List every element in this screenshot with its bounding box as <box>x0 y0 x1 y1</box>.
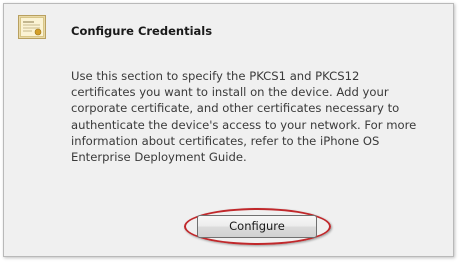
screenshot-frame: Configure Credentials Use this section t… <box>0 0 459 264</box>
description-line: certificates you want to install on the … <box>71 85 389 100</box>
certificate-icon <box>18 15 46 39</box>
section-description: Use this section to specify the PKCS1 an… <box>71 68 451 165</box>
section-title: Configure Credentials <box>71 24 213 38</box>
description-line: corporate certificate, and other certifi… <box>71 101 400 116</box>
description-line: authenticate the device's access to your… <box>71 117 417 132</box>
description-line: Enterprise Deployment Guide. <box>71 150 247 165</box>
credentials-panel: Configure Credentials Use this section t… <box>3 3 454 257</box>
description-line: Use this section to specify the PKCS1 an… <box>71 69 360 83</box>
panel-header: Configure Credentials <box>4 4 453 49</box>
configure-button[interactable]: Configure <box>197 215 317 238</box>
description-line: information about certificates, refer to… <box>71 133 380 148</box>
